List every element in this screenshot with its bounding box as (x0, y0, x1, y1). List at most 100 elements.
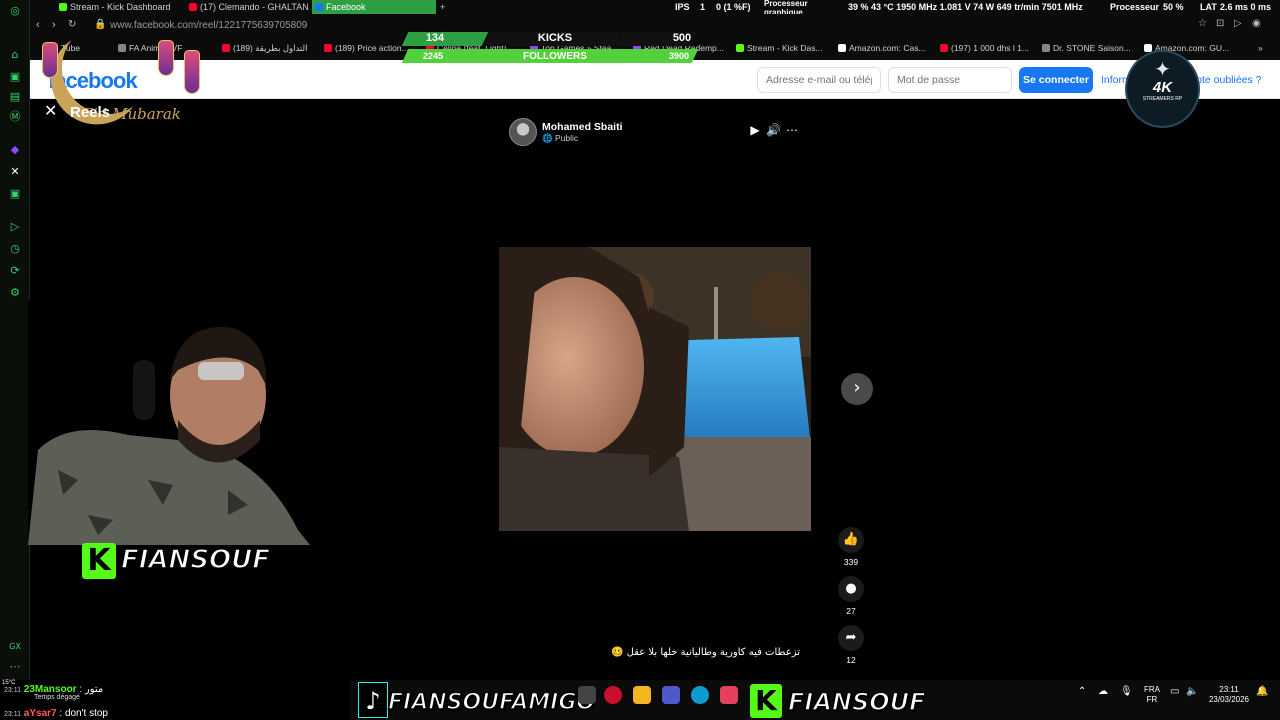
tray-chevron-icon[interactable]: ⌃ (1078, 687, 1086, 697)
cpu-value: 50 % (1163, 2, 1184, 12)
clock[interactable]: 23:11 23/03/2026 (1206, 685, 1252, 705)
bookmark-item[interactable]: Stream - Kick Das... (736, 43, 823, 53)
kick-logo-icon: K (82, 543, 116, 579)
gx-corner-icon[interactable]: GX (8, 640, 22, 654)
tab-bar: Stream - Kick Dashboard (17) Clemando - … (30, 0, 1280, 17)
like-icon[interactable]: 👍 (838, 527, 864, 553)
kicks-label: KICKS (537, 32, 573, 44)
lantern-decoration (42, 42, 58, 78)
lantern-decoration (184, 50, 200, 94)
file-explorer-icon[interactable] (633, 686, 651, 704)
kick-taskbar-logo-icon: K (750, 684, 782, 718)
url-text[interactable]: www.facebook.com/reel/1221775639705809 (110, 20, 307, 31)
bookmark-item[interactable]: (197) 1 000 dhs l 1... (940, 43, 1029, 53)
sidebar-store-icon[interactable]: ▣ (8, 70, 22, 84)
bookmark-item[interactable]: (189) التداول بطريقة (222, 43, 307, 54)
reels-title: Reels (70, 104, 111, 121)
play-icon[interactable]: ▷ (8, 220, 22, 234)
new-tab-button[interactable]: + (438, 0, 452, 14)
bookmark-star-icon[interactable]: ☆ (1198, 18, 1207, 29)
twitch-icon[interactable]: ◆ (8, 143, 22, 157)
streamer-name: FIANSOUF (120, 544, 271, 576)
kicks-followers-overlay: 134 KICKS 500 2245 FOLLOWERS 3900 (395, 30, 700, 66)
share-icon[interactable]: ➦ (838, 625, 864, 651)
youtube-tab-icon (189, 3, 197, 11)
edge-icon[interactable] (691, 686, 709, 704)
reel-video[interactable] (499, 247, 811, 531)
screenshot-icon[interactable]: ⊡ (1216, 18, 1224, 29)
next-icon[interactable]: › (841, 373, 873, 405)
sidebar-home-icon[interactable]: ⌂ (8, 48, 22, 62)
forward-icon[interactable]: › (52, 19, 56, 31)
latency-value: 2.6 ms 0 ms (1220, 2, 1272, 12)
onedrive-icon[interactable]: ☁ (1098, 687, 1108, 697)
kick-tab-icon (59, 3, 67, 11)
kicks-current: 134 (425, 32, 445, 44)
logo-main-text: 4K (1152, 79, 1173, 96)
login-button[interactable]: Se connecter (1019, 67, 1093, 93)
followers-current: 2245 (422, 51, 444, 61)
tab-kick-dashboard[interactable]: Stream - Kick Dashboard (56, 0, 186, 14)
reload-icon[interactable]: ↻ (68, 19, 76, 30)
more-sidebar-icon[interactable]: ⋯ (8, 660, 22, 674)
gear-icon[interactable]: ⚙ (8, 286, 22, 300)
anime-bookmark-icon (1042, 44, 1050, 52)
bookmark-item[interactable]: Dr. STONE Saison... (1042, 43, 1131, 53)
opera-gx-icon[interactable]: ◎ (8, 4, 22, 18)
youtube-bookmark-icon (940, 44, 948, 52)
volume-tray-icon[interactable]: 🔈 (1186, 687, 1198, 697)
facebook-tab-icon (315, 3, 323, 11)
comment-icon[interactable]: ● (838, 576, 864, 602)
like-count: 339 (843, 557, 859, 567)
cpu-label: Processeur (1110, 2, 1160, 12)
password-field[interactable] (888, 67, 1012, 93)
tab-facebook[interactable]: Facebook (312, 0, 436, 14)
author-name[interactable]: Mohamed Sbaiti (542, 121, 623, 133)
logo-sub-text: STREAMERS RP (1142, 96, 1183, 102)
x-icon[interactable]: ✕ (8, 165, 22, 179)
volume-icon[interactable]: 🔊 (766, 123, 781, 137)
close-icon[interactable]: ✕ (44, 104, 60, 120)
mods-icon[interactable]: ⟳ (8, 264, 22, 278)
tiktok-logo-icon: ♪ (358, 682, 388, 718)
microphone-icon[interactable]: 🎙 (1120, 687, 1133, 697)
bookmark-item[interactable]: Amazon.com: Cas... (838, 43, 926, 53)
kick-handle: FIANSOUF (787, 687, 926, 717)
notification-icon[interactable]: 🔔 (1256, 687, 1268, 697)
privacy-label: 🌐 Public (542, 133, 579, 143)
gpu-label: Processeur graphique (764, 0, 808, 17)
tiktok-handle: FIANSOUFAMIGO (387, 689, 596, 716)
fps-label: IPS (675, 2, 690, 12)
gpu-stats: 39 % 43 °C 1950 MHz 1.081 V 74 W 649 tr/… (848, 2, 1083, 12)
sidebar-m-icon[interactable]: Ⓜ (8, 110, 22, 124)
youtube-bookmark-icon (222, 44, 230, 52)
browser-sidebar: ◎ ⌂ ▣ ▤ Ⓜ ◆ ✕ ▣ ▷ ◷ ⟳ ⚙ GX ⋯ (0, 0, 30, 680)
opera-gx-taskbar-icon[interactable] (604, 686, 622, 704)
language-indicator[interactable]: FRA FR (1140, 685, 1164, 705)
profile-icon[interactable]: ◉ (1252, 18, 1261, 29)
clock-icon[interactable]: ◷ (8, 242, 22, 256)
globe-icon: 🌐 (542, 133, 553, 143)
instagram-icon[interactable] (720, 686, 738, 704)
avatar[interactable] (509, 118, 537, 146)
fps-low-value: 0 (1 %F) (716, 2, 751, 12)
back-icon[interactable]: ‹ (36, 19, 40, 31)
followers-label: FOLLOWERS (523, 51, 587, 62)
tab-youtube[interactable]: (17) Clemando - GHALTAN (186, 0, 310, 14)
sidebar-twitch-dashboard-icon[interactable]: ▤ (8, 90, 22, 104)
weather-widget[interactable]: 15°C (2, 680, 15, 686)
comment-count: 27 (846, 606, 856, 616)
task-view-icon[interactable] (578, 686, 596, 704)
play-icon[interactable]: ▶ (748, 123, 762, 137)
email-field[interactable] (757, 67, 881, 93)
kick-icon[interactable]: ▣ (8, 187, 22, 201)
network-icon[interactable]: ▭ (1170, 687, 1179, 697)
teams-icon[interactable] (662, 686, 680, 704)
4k-streamers-logo: ✦ 4K STREAMERS RP (1125, 50, 1200, 128)
bookmarks-more-icon[interactable]: » (1258, 43, 1263, 53)
player-icon[interactable]: ▷ (1234, 18, 1242, 29)
more-icon[interactable]: ⋯ (785, 123, 799, 137)
kick-bookmark-icon (736, 44, 744, 52)
amazon-bookmark-icon (838, 44, 846, 52)
kicks-goal: 500 (672, 32, 692, 44)
